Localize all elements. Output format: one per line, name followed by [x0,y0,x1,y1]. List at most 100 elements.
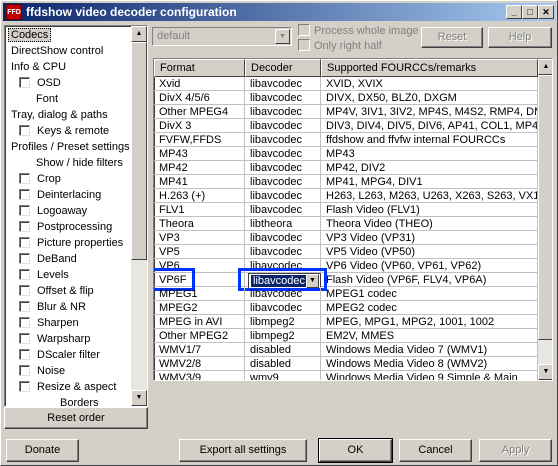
table-row[interactable]: MPEG in AVI libmpeg2 MPEG, MPG1, MPG2, 100… [154,315,552,329]
cell-decoder[interactable]: libavcodec [245,259,321,273]
cell-decoder[interactable]: libavcodec [245,91,321,105]
table-row[interactable]: VP3 libavcodec VP3 Video (VP31) [154,231,552,245]
apply-button[interactable]: Apply [479,439,552,462]
sidebar-item-checkbox[interactable] [19,285,30,296]
cell-decoder[interactable]: libavcodec [245,301,321,315]
only-right-half-checkbox[interactable]: Only right half [298,39,382,52]
table-row[interactable]: MP42 libavcodec MP42, DIV2 [154,161,552,175]
title-bar[interactable]: FFD ffdshow video decoder configuration … [3,3,555,21]
table-row[interactable]: Theora libtheora Theora Video (THEO) [154,217,552,231]
sidebar-item[interactable]: Blur & NR [5,299,133,315]
cancel-button[interactable]: Cancel [399,439,472,462]
sidebar-item[interactable]: OSD [5,75,133,91]
cell-decoder[interactable]: wmv9 [245,371,321,380]
sidebar-item[interactable]: Show / hide filters [5,155,133,171]
ffdshow-app-icon[interactable]: FFD [6,4,22,20]
cell-decoder[interactable]: disabled [245,357,321,371]
sidebar-item[interactable]: Noise [5,363,133,379]
scroll-down-icon[interactable]: ▼ [538,364,552,380]
settings-tree[interactable]: Codecs DirectShow control Info & CPU OSD Fon… [4,25,148,407]
table-row[interactable]: Other MPEG4 libavcodec MP4V, 3IV1, 3IV2, M… [154,105,552,119]
table-row[interactable]: FLV1 libavcodec Flash Video (FLV1) [154,203,552,217]
table-row[interactable]: DivX 3 libavcodec DIV3, DIV4, DIV5, DIV6, … [154,119,552,133]
preset-select[interactable]: default ▼ [152,27,292,46]
sidebar-item-checkbox[interactable] [19,237,30,248]
sidebar-item[interactable]: Sharpen [5,315,133,331]
sidebar-item-checkbox[interactable] [19,301,30,312]
donate-button[interactable]: Donate [6,439,79,462]
sidebar-item-checkbox[interactable] [19,349,30,360]
sidebar-item-checkbox[interactable] [19,77,30,88]
cell-decoder[interactable]: libavcodec [245,245,321,259]
sidebar-item[interactable]: Resize & aspect [5,379,133,395]
sidebar-item-checkbox[interactable] [19,333,30,344]
sidebar-item[interactable]: Info & CPU [5,59,133,75]
sidebar-item[interactable]: Profiles / Preset settings [5,139,133,155]
table-scroll-thumb[interactable] [538,75,552,340]
table-row[interactable]: WMV3/9 wmv9 Windows Media Video 9 Simple &… [154,371,552,380]
chevron-down-icon[interactable]: ▼ [275,29,290,44]
scroll-up-icon[interactable]: ▲ [538,59,552,75]
cell-decoder[interactable]: disabled [245,343,321,357]
column-header-decoder[interactable]: Decoder [245,59,321,77]
sidebar-item-checkbox[interactable] [19,317,30,328]
cell-decoder[interactable]: libmpeg2 [245,329,321,343]
table-row[interactable]: VP5 libavcodec VP5 Video (VP50) [154,245,552,259]
table-row[interactable]: Xvid libavcodec XVID, XVIX [154,77,552,91]
sidebar-item[interactable]: Warpsharp [5,331,133,347]
cell-decoder[interactable]: libavcodec [245,175,321,189]
checkbox-box[interactable] [298,24,310,36]
table-row[interactable]: WMV2/8 disabled Windows Media Video 8 (WMV… [154,357,552,371]
export-all-settings-button[interactable]: Export all settings [179,439,307,462]
table-row[interactable]: H.263 (+) libavcodec H263, L263, M263, U26… [154,189,552,203]
table-row[interactable]: VP6 libavcodec VP6 Video (VP60, VP61, VP62… [154,259,552,273]
cell-decoder[interactable]: libavcodec [245,147,321,161]
codecs-table[interactable]: Format Decoder Supported FOURCCs/remarks… [153,58,553,381]
sidebar-item[interactable]: Deinterlacing [5,187,133,203]
table-row[interactable]: MP41 libavcodec MP41, MPG4, DIV1 [154,175,552,189]
cell-decoder[interactable]: libmpeg2 [245,315,321,329]
sidebar-item[interactable]: Crop [5,171,133,187]
sidebar-item-checkbox[interactable] [19,381,30,392]
sidebar-item[interactable]: Picture properties [5,235,133,251]
reset-button[interactable]: Reset [421,27,483,48]
sidebar-item[interactable]: Levels [5,267,133,283]
sidebar-item[interactable]: Offset & flip [5,283,133,299]
sidebar-item-checkbox[interactable] [19,205,30,216]
table-row[interactable]: Other MPEG2 libmpeg2 EM2V, MMES [154,329,552,343]
sidebar-item-checkbox[interactable] [19,173,30,184]
help-button[interactable]: Help [488,27,552,48]
chevron-down-icon[interactable]: ▼ [306,274,319,288]
column-header-format[interactable]: Format [154,59,245,77]
cell-decoder[interactable]: libavcodec [245,77,321,91]
sidebar-item[interactable]: Postprocessing [5,219,133,235]
table-row[interactable]: MPEG2 libavcodec MPEG2 codec [154,301,552,315]
sidebar-item[interactable]: Logoaway [5,203,133,219]
sidebar-item[interactable]: DeBand [5,251,133,267]
minimize-button[interactable]: _ [506,5,522,19]
maximize-button[interactable]: □ [522,5,538,19]
scroll-down-icon[interactable]: ▼ [131,390,147,406]
sidebar-item-checkbox[interactable] [19,253,30,264]
sidebar-item[interactable]: Font [5,91,133,107]
scroll-up-icon[interactable]: ▲ [131,26,147,42]
cell-decoder[interactable]: libavcodec [245,133,321,147]
cell-decoder[interactable]: libavcodec [245,189,321,203]
reset-order-button[interactable]: Reset order [4,407,148,429]
cell-decoder[interactable]: libavcodec [245,105,321,119]
sidebar-item[interactable]: Borders [5,395,133,406]
sidebar-item-checkbox[interactable] [19,269,30,280]
table-row[interactable]: DivX 4/5/6 libavcodec DIVX, DX50, BLZ0, DX… [154,91,552,105]
table-row[interactable]: WMV1/7 disabled Windows Media Video 7 (WMV… [154,343,552,357]
sidebar-item-checkbox[interactable] [19,365,30,376]
tree-scroll-thumb[interactable] [131,42,147,260]
sidebar-item-checkbox[interactable] [19,221,30,232]
cell-decoder[interactable]: libtheora [245,217,321,231]
sidebar-item[interactable]: Keys & remote [5,123,133,139]
sidebar-item-checkbox[interactable] [19,189,30,200]
sidebar-item[interactable]: DirectShow control [5,43,133,59]
column-header-fourccs[interactable]: Supported FOURCCs/remarks [321,59,538,77]
table-row[interactable]: FVFW,FFDS libavcodec ffdshow and ffvfw int… [154,133,552,147]
sidebar-item[interactable]: Tray, dialog & paths [5,107,133,123]
cell-decoder[interactable]: libavcodec [245,161,321,175]
